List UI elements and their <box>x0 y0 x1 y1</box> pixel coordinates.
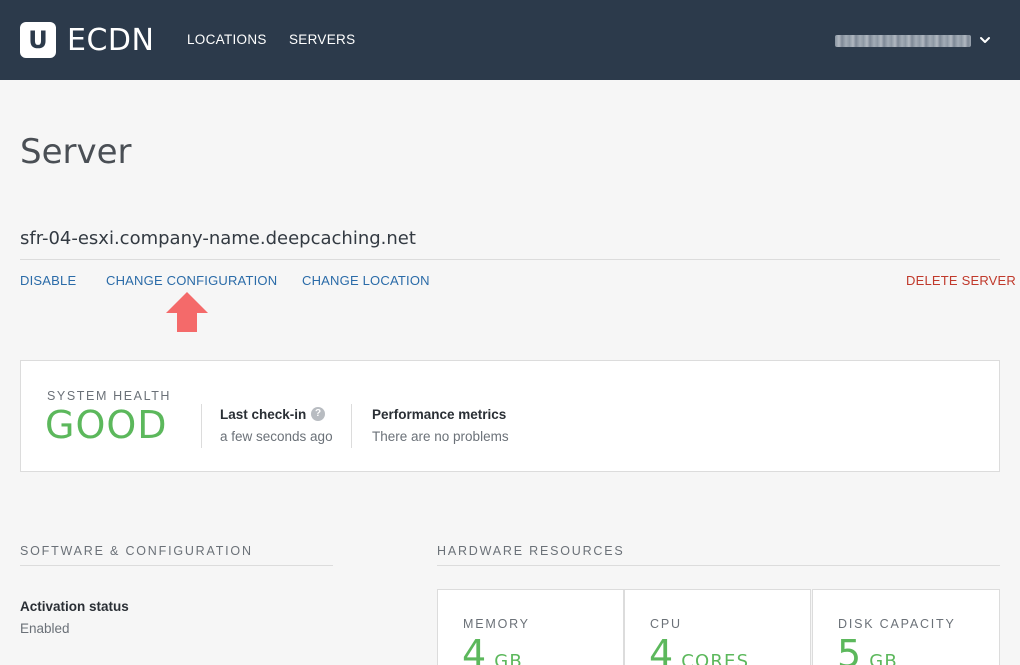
software-configuration-heading: SOFTWARE & CONFIGURATION <box>20 544 253 558</box>
memory-title: MEMORY <box>463 617 530 631</box>
nav-locations[interactable]: LOCATIONS <box>187 32 267 48</box>
memory-card: MEMORY 4 GB <box>437 589 624 665</box>
performance-metrics-title: Performance metrics <box>372 407 507 422</box>
disk-capacity-unit: GB <box>869 651 898 665</box>
divider <box>351 404 352 448</box>
logo[interactable]: U <box>20 22 56 58</box>
system-health-label: SYSTEM HEALTH <box>47 389 172 403</box>
user-name-redacted[interactable] <box>835 35 971 47</box>
cpu-unit: CORES <box>681 651 750 665</box>
logo-letter: U <box>28 26 48 54</box>
annotation-arrow-up-icon <box>166 292 208 332</box>
activation-status-value: Enabled <box>20 621 70 636</box>
last-checkin-value: a few seconds ago <box>220 429 333 444</box>
cpu-title: CPU <box>650 617 682 631</box>
help-icon[interactable]: ? <box>311 407 325 421</box>
disk-capacity-title: DISK CAPACITY <box>838 617 956 631</box>
memory-value: 4 GB <box>462 632 523 665</box>
divider <box>20 565 333 566</box>
activation-status-label: Activation status <box>20 599 129 614</box>
performance-metrics-value: There are no problems <box>372 429 509 444</box>
chevron-down-icon[interactable] <box>976 30 994 50</box>
nav-servers[interactable]: SERVERS <box>289 32 355 48</box>
divider <box>201 404 202 448</box>
disk-capacity-amount: 5 <box>837 632 862 665</box>
memory-amount: 4 <box>462 632 487 665</box>
page-title: Server <box>20 132 132 172</box>
brand-name[interactable]: ECDN <box>67 22 154 60</box>
divider <box>20 259 1000 260</box>
cpu-value: 4 CORES <box>649 632 749 665</box>
disk-capacity-value: 5 GB <box>837 632 898 665</box>
delete-server-button[interactable]: DELETE SERVER <box>906 273 1016 289</box>
disable-button[interactable]: DISABLE <box>20 273 76 289</box>
change-configuration-button[interactable]: CHANGE CONFIGURATION <box>106 273 277 289</box>
change-location-button[interactable]: CHANGE LOCATION <box>302 273 430 289</box>
system-health-status: GOOD <box>45 403 168 447</box>
hardware-resources-heading: HARDWARE RESOURCES <box>437 544 625 558</box>
memory-unit: GB <box>494 651 523 665</box>
divider <box>437 565 1000 566</box>
server-hostname: sfr-04-esxi.company-name.deepcaching.net <box>20 228 416 249</box>
disk-capacity-card: DISK CAPACITY 5 GB <box>812 589 1000 665</box>
top-navigation-bar: U ECDN LOCATIONS SERVERS <box>0 0 1020 80</box>
system-health-card: SYSTEM HEALTH GOOD Last check-in ? a few… <box>20 360 1000 472</box>
cpu-card: CPU 4 CORES <box>624 589 811 665</box>
cpu-amount: 4 <box>649 632 674 665</box>
last-checkin-title: Last check-in <box>220 407 307 422</box>
